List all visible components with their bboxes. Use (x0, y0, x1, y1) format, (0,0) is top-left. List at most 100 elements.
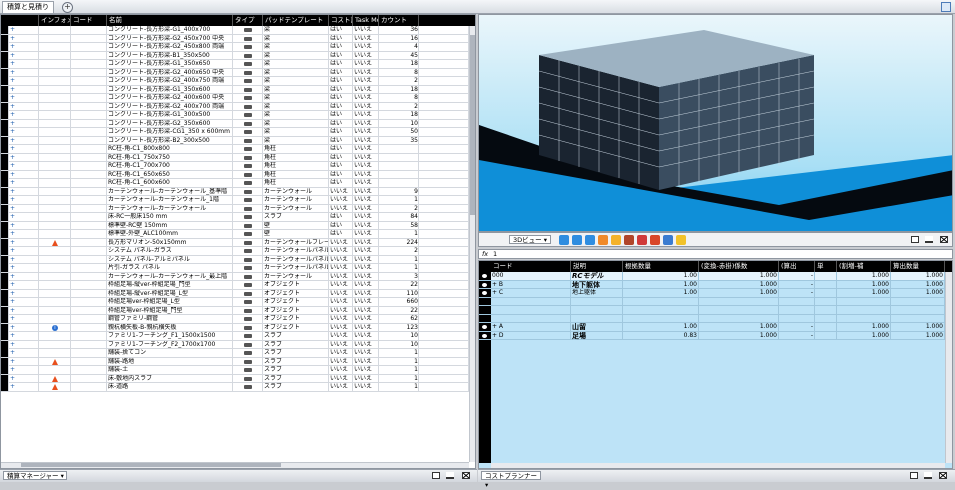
plus-icon[interactable]: + (10, 86, 15, 93)
task-mode-cell[interactable]: いいえ (353, 315, 379, 323)
code-cell[interactable] (71, 383, 107, 391)
cost-flag-cell[interactable]: いいえ (329, 196, 353, 204)
cost-flag-cell[interactable]: はい (329, 77, 353, 85)
table-row[interactable]: + 標準壁-外壁_ALC100mm 壁はい いいえ 1 (1, 230, 469, 239)
pad-template-cell[interactable]: オブジェクト (263, 289, 329, 298)
table-row[interactable]: + カーテンウォール-カーテンウォール カーテンウォール いいえ いいえ 2 (1, 204, 469, 213)
cost-cell-w[interactable]: 1.000 (837, 323, 891, 331)
pad-template-cell[interactable]: 梁 (263, 119, 329, 128)
cost-cell-w[interactable]: 1.000 (837, 280, 891, 289)
code-cell[interactable] (71, 43, 107, 51)
task-mode-cell[interactable]: いいえ (353, 204, 379, 213)
cost-cell-f[interactable]: 1.000 (699, 289, 779, 297)
plus-icon[interactable]: + (10, 188, 15, 195)
task-mode-cell[interactable]: いいえ (353, 77, 379, 85)
plus-icon[interactable]: + (10, 247, 15, 254)
cost-cell-desc[interactable]: 地下躯体 (571, 280, 623, 289)
cost-flag-cell[interactable]: いいえ (329, 289, 353, 298)
expand-toggle[interactable]: + (9, 128, 39, 136)
cost-cell-c[interactable] (891, 314, 945, 323)
cost-cell-code[interactable] (491, 314, 571, 323)
pad-template-cell[interactable]: 角柱 (263, 145, 329, 153)
task-mode-cell[interactable]: いいえ (353, 111, 379, 119)
cost-flag-cell[interactable]: いいえ (329, 357, 353, 366)
name-cell[interactable]: コンクリート-長方形梁-G2_450x700 中央 (107, 34, 233, 43)
task-mode-cell[interactable]: いいえ (353, 281, 379, 289)
cost-cell-c[interactable]: 1.000 (891, 280, 945, 289)
expand-toggle[interactable]: + (9, 289, 39, 298)
pad-template-cell[interactable]: カーテンウォール (263, 272, 329, 281)
name-cell[interactable]: 舗装-土 (107, 366, 233, 374)
code-cell[interactable] (71, 281, 107, 289)
plus-icon[interactable]: + (10, 307, 15, 314)
expand-toggle[interactable]: + (9, 213, 39, 221)
plus-icon[interactable]: + (10, 120, 15, 127)
plus-icon[interactable]: + (10, 273, 15, 280)
cost-cell-s[interactable] (779, 314, 815, 323)
table-row[interactable]: + 舗装-路地 スラブ いいえ いいえ 1 (1, 357, 469, 366)
code-cell[interactable] (71, 306, 107, 315)
cost-flag-cell[interactable]: はい (329, 170, 353, 179)
table-row[interactable]: + コンクリート-長方形梁-G2_400x750 両端 梁はい いいえ 2 (1, 77, 469, 86)
task-mode-cell[interactable]: いいえ (353, 238, 379, 247)
name-cell[interactable]: コンクリート-長方形梁-G2_400x650 中央 (107, 68, 233, 77)
plus-icon[interactable]: + (10, 128, 15, 135)
cost-cell-s[interactable]: - (779, 272, 815, 280)
code-cell[interactable] (71, 145, 107, 153)
task-mode-cell[interactable]: いいえ (353, 306, 379, 315)
pad-template-cell[interactable]: スラブ (263, 357, 329, 366)
code-cell[interactable] (71, 111, 107, 119)
code-cell[interactable] (71, 179, 107, 187)
scrollbar-thumb[interactable] (470, 35, 475, 215)
table-row[interactable]: + システム パネル-ガラス カーテンウォールパネル いいえ いいえ 2 (1, 247, 469, 256)
name-cell[interactable]: 枠組足場-縦ver-枠組足場_L型 (107, 289, 233, 298)
expand-toggle[interactable]: + (9, 255, 39, 264)
task-mode-cell[interactable]: いいえ (353, 264, 379, 272)
expand-toggle[interactable]: + (9, 145, 39, 153)
code-cell[interactable] (71, 153, 107, 162)
plus-icon[interactable]: + (10, 26, 15, 33)
task-mode-cell[interactable]: いいえ (353, 51, 379, 60)
cost-flag-cell[interactable]: はい (329, 136, 353, 145)
cost-cell-f[interactable] (699, 306, 779, 314)
table-row[interactable]: + コンクリート-長方形梁-G1_400x700 梁はい いいえ 36 (1, 26, 469, 35)
plus-icon[interactable]: + (10, 264, 15, 271)
name-cell[interactable]: コンクリート-長方形梁-G1_350x600 (107, 85, 233, 94)
view-mode-combo[interactable]: 3Dビュー ▾ (509, 235, 551, 244)
plus-icon[interactable]: + (10, 281, 15, 288)
name-cell[interactable]: コンクリート-長方形梁-G2_450x800 両端 (107, 43, 233, 51)
cost-cell-s[interactable] (779, 306, 815, 314)
expand-toggle[interactable]: + (9, 281, 39, 289)
pad-template-cell[interactable]: 梁 (263, 68, 329, 77)
table-row[interactable]: + コンクリート-長方形梁-B2_300x500 梁はい いいえ 35 (1, 136, 469, 145)
plus-icon[interactable]: + (10, 358, 15, 365)
minimize-icon[interactable] (446, 472, 454, 479)
expand-toggle[interactable]: + (9, 43, 39, 51)
cost-cell-desc[interactable]: 地上躯体 (571, 289, 623, 297)
name-cell[interactable]: コンクリート-長方形梁-G2_400x750 両端 (107, 77, 233, 85)
pad-template-cell[interactable]: 壁 (263, 230, 329, 238)
code-cell[interactable] (71, 162, 107, 170)
pad-template-cell[interactable]: 角柱 (263, 170, 329, 179)
code-cell[interactable] (71, 196, 107, 204)
cost-cell-f[interactable]: 1.000 (699, 323, 779, 331)
name-cell[interactable]: コンクリート-長方形梁-G1_400x700 (107, 26, 233, 34)
code-cell[interactable] (71, 136, 107, 145)
minimize-icon[interactable] (924, 472, 932, 479)
plus-icon[interactable]: + (10, 205, 15, 212)
plus-icon[interactable]: + (10, 111, 15, 118)
column-header[interactable]: タイプ (233, 15, 263, 26)
cost-cell-desc[interactable] (571, 314, 623, 323)
expand-toggle[interactable]: + (9, 153, 39, 162)
code-cell[interactable] (71, 170, 107, 179)
code-cell[interactable] (71, 230, 107, 238)
column-header[interactable]: 算出数量 (891, 261, 945, 272)
table-row[interactable]: + コンクリート-長方形梁-G1_350x600 梁はい いいえ 18 (1, 85, 469, 94)
plus-icon[interactable]: + (10, 349, 15, 356)
cost-flag-cell[interactable]: いいえ (329, 374, 353, 383)
cost-cell-q[interactable]: 1.00 (623, 289, 699, 297)
cost-cell-code[interactable]: 000 (491, 272, 571, 280)
table-row[interactable]: + 床-敷地内スラブ スラブ いいえ いいえ 1 (1, 374, 469, 383)
expand-toggle[interactable]: + (9, 323, 39, 332)
cost-flag-cell[interactable]: いいえ (329, 255, 353, 264)
